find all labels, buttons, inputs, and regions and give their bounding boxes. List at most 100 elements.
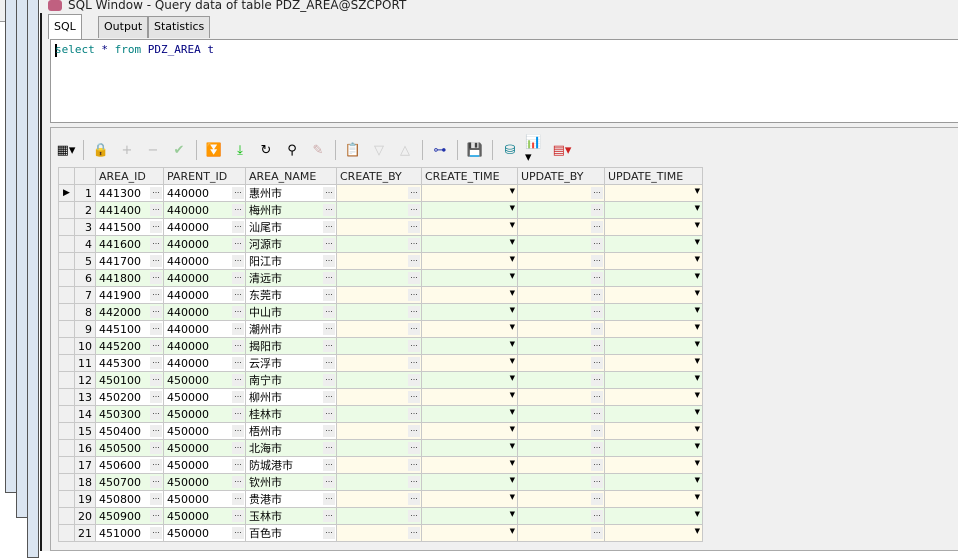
column-header-parent-id[interactable]: PARENT_ID — [163, 167, 246, 185]
dropdown-arrow-icon[interactable]: ▼ — [695, 323, 700, 331]
ellipsis-button[interactable]: ... — [323, 493, 335, 505]
dropdown-arrow-icon[interactable]: ▼ — [695, 425, 700, 433]
ellipsis-button[interactable]: ... — [408, 391, 420, 403]
cell-create-by[interactable]: ... — [336, 286, 422, 304]
ellipsis-button[interactable]: ... — [408, 442, 420, 454]
tab-sql[interactable]: SQL — [48, 14, 82, 39]
cell-update-by[interactable]: ... — [517, 303, 605, 321]
dropdown-arrow-icon[interactable]: ▼ — [510, 493, 515, 501]
ellipsis-button[interactable]: ... — [408, 272, 420, 284]
cell-create-time[interactable]: ▼ — [421, 422, 518, 440]
ellipsis-button[interactable]: ... — [323, 187, 335, 199]
cell-parent-id[interactable]: 450000... — [163, 388, 246, 406]
cell-update-by[interactable]: ... — [517, 371, 605, 389]
cell-area-name[interactable]: 中山市... — [245, 303, 337, 321]
ellipsis-button[interactable]: ... — [591, 476, 603, 488]
dropdown-arrow-icon[interactable]: ▼ — [510, 272, 515, 280]
cell-create-time[interactable]: ▼ — [421, 320, 518, 338]
cell-area-id[interactable]: 445300... — [95, 354, 164, 372]
ellipsis-button[interactable]: ... — [232, 425, 244, 437]
dropdown-arrow-icon[interactable]: ▼ — [695, 391, 700, 399]
ellipsis-button[interactable]: ... — [323, 442, 335, 454]
cell-parent-id[interactable]: 450000... — [163, 422, 246, 440]
cell-update-time[interactable]: ▼ — [604, 286, 703, 304]
dropdown-arrow-icon[interactable]: ▼ — [695, 340, 700, 348]
save-icon[interactable]: 💾 — [464, 139, 486, 161]
ellipsis-button[interactable]: ... — [591, 510, 603, 522]
tab-statistics[interactable]: Statistics — [148, 16, 211, 38]
ellipsis-button[interactable]: ... — [323, 391, 335, 403]
cell-area-id[interactable]: 450200... — [95, 388, 164, 406]
ellipsis-button[interactable]: ... — [232, 493, 244, 505]
dropdown-arrow-icon[interactable]: ▼ — [510, 255, 515, 263]
cell-area-id[interactable]: 445200... — [95, 337, 164, 355]
cell-area-name[interactable]: 柳州市... — [245, 388, 337, 406]
cell-parent-id[interactable]: 450000... — [163, 507, 246, 525]
ellipsis-button[interactable]: ... — [323, 272, 335, 284]
ellipsis-button[interactable]: ... — [150, 204, 162, 216]
tree-view-icon[interactable]: ⊶ — [429, 139, 451, 161]
cell-create-by[interactable]: ... — [336, 218, 422, 236]
cell-create-by[interactable]: ... — [336, 371, 422, 389]
cell-area-id[interactable]: 450800... — [95, 490, 164, 508]
ellipsis-button[interactable]: ... — [323, 374, 335, 386]
cell-area-name[interactable]: 梅州市... — [245, 201, 337, 219]
cell-update-by[interactable]: ... — [517, 524, 605, 542]
cell-create-time[interactable]: ▼ — [421, 286, 518, 304]
ellipsis-button[interactable]: ... — [408, 255, 420, 267]
ellipsis-button[interactable]: ... — [150, 306, 162, 318]
cell-update-by[interactable]: ... — [517, 388, 605, 406]
cell-area-id[interactable]: 442000... — [95, 303, 164, 321]
cell-create-time[interactable]: ▼ — [421, 388, 518, 406]
column-header-create-time[interactable]: CREATE_TIME — [421, 167, 518, 185]
cell-update-time[interactable]: ▼ — [604, 524, 703, 542]
table-row[interactable]: 18 450700... 450000... 钦州市...... ▼... ▼ — [58, 473, 703, 491]
cell-create-time[interactable]: ▼ — [421, 490, 518, 508]
cell-update-time[interactable]: ▼ — [604, 201, 703, 219]
cell-create-time[interactable]: ▼ — [421, 473, 518, 491]
cell-create-by[interactable]: ... — [336, 422, 422, 440]
cell-create-time[interactable]: ▼ — [421, 269, 518, 287]
cell-create-time[interactable]: ▼ — [421, 252, 518, 270]
cell-update-by[interactable]: ... — [517, 473, 605, 491]
ellipsis-button[interactable]: ... — [150, 187, 162, 199]
cell-create-time[interactable]: ▼ — [421, 201, 518, 219]
cell-create-time[interactable]: ▼ — [421, 184, 518, 202]
find-icon[interactable]: ⚲ — [281, 139, 303, 161]
ellipsis-button[interactable]: ... — [323, 408, 335, 420]
dropdown-arrow-icon[interactable]: ▼ — [510, 221, 515, 229]
ellipsis-button[interactable]: ... — [323, 357, 335, 369]
dropdown-arrow-icon[interactable]: ▼ — [695, 289, 700, 297]
cell-area-name[interactable]: 防城港市... — [245, 456, 337, 474]
cell-area-id[interactable]: 450500... — [95, 439, 164, 457]
ellipsis-button[interactable]: ... — [323, 476, 335, 488]
ellipsis-button[interactable]: ... — [408, 238, 420, 250]
cell-create-time[interactable]: ▼ — [421, 456, 518, 474]
refresh-icon[interactable]: ↻ — [255, 139, 277, 161]
cell-create-by[interactable]: ... — [336, 405, 422, 423]
cell-area-name[interactable]: 阳江市... — [245, 252, 337, 270]
cell-area-name[interactable]: 贵港市... — [245, 490, 337, 508]
dropdown-arrow-icon[interactable]: ▼ — [510, 306, 515, 314]
cell-update-time[interactable]: ▼ — [604, 218, 703, 236]
cell-create-by[interactable]: ... — [336, 201, 422, 219]
cell-parent-id[interactable]: 450000... — [163, 439, 246, 457]
ellipsis-button[interactable]: ... — [591, 272, 603, 284]
dropdown-arrow-icon[interactable]: ▼ — [510, 459, 515, 467]
ellipsis-button[interactable]: ... — [323, 425, 335, 437]
cell-update-time[interactable]: ▼ — [604, 269, 703, 287]
ellipsis-button[interactable]: ... — [150, 493, 162, 505]
cell-area-name[interactable]: 钦州市... — [245, 473, 337, 491]
cell-area-id[interactable]: 445100... — [95, 320, 164, 338]
ellipsis-button[interactable]: ... — [232, 272, 244, 284]
ellipsis-button[interactable]: ... — [591, 459, 603, 471]
ellipsis-button[interactable]: ... — [150, 459, 162, 471]
table-row[interactable]: 14 450300... 450000... 桂林市...... ▼... ▼ — [58, 405, 703, 423]
cell-area-id[interactable]: 441800... — [95, 269, 164, 287]
tab-output[interactable]: Output — [98, 16, 149, 38]
cell-update-time[interactable]: ▼ — [604, 184, 703, 202]
cell-update-time[interactable]: ▼ — [604, 439, 703, 457]
table-row[interactable]: ▶ 1 441300... 440000... 惠州市...... ▼... ▼ — [58, 184, 703, 202]
fetch-next-icon[interactable]: ⏬ — [203, 139, 225, 161]
query-by-example-icon[interactable]: 📋 — [342, 139, 364, 161]
